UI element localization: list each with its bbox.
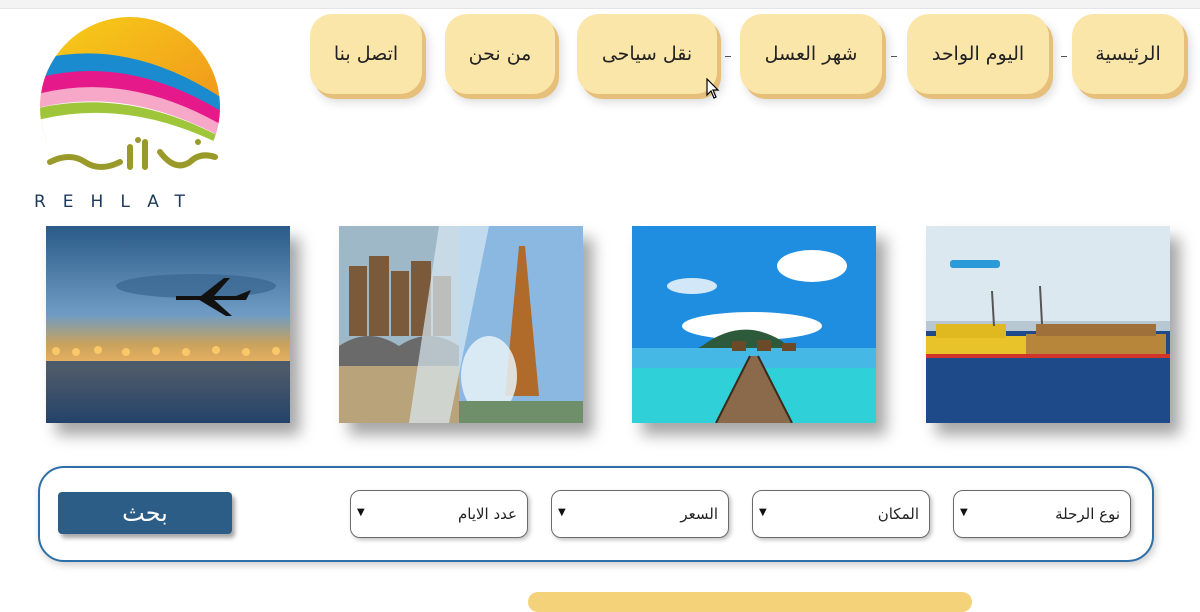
nav-tourist-transport[interactable]: نقل سياحى bbox=[577, 14, 717, 94]
logo-sun-icon bbox=[40, 17, 220, 197]
days-count-select[interactable]: عدد الايام ▼ bbox=[350, 490, 528, 538]
caret-down-icon: ▼ bbox=[357, 507, 365, 518]
trip-type-select[interactable]: نوع الرحلة ▼ bbox=[953, 490, 1131, 538]
photo-europe[interactable] bbox=[339, 226, 583, 423]
photo-boats[interactable] bbox=[926, 226, 1170, 423]
nav-divider bbox=[725, 56, 731, 57]
nav-honeymoon[interactable]: شهر العسل bbox=[740, 14, 882, 94]
browser-top-strip bbox=[0, 0, 1200, 9]
nav-divider bbox=[891, 56, 897, 57]
caret-down-icon: ▼ bbox=[558, 507, 566, 518]
photo-airplane[interactable] bbox=[46, 226, 290, 423]
nav-contact-us[interactable]: اتصل بنا bbox=[310, 14, 422, 94]
price-select[interactable]: السعر ▼ bbox=[551, 490, 729, 538]
nav-one-day[interactable]: اليوم الواحد bbox=[907, 14, 1049, 94]
airplane-image bbox=[46, 226, 290, 423]
rehlat-logo[interactable] bbox=[30, 12, 235, 212]
europe-collage-image bbox=[339, 226, 583, 423]
nav-divider bbox=[1061, 56, 1067, 57]
nav-about-us[interactable]: من نحن bbox=[445, 14, 555, 94]
mouse-pointer-icon bbox=[706, 78, 720, 99]
days-count-label: عدد الايام bbox=[457, 505, 517, 523]
location-select[interactable]: المكان ▼ bbox=[752, 490, 930, 538]
sea-boats-image bbox=[926, 226, 1170, 423]
price-label: السعر bbox=[680, 505, 718, 523]
trip-type-label: نوع الرحلة bbox=[1055, 505, 1120, 523]
tropical-bungalow-image bbox=[632, 226, 876, 423]
caret-down-icon: ▼ bbox=[759, 507, 767, 518]
photo-tropical[interactable] bbox=[632, 226, 876, 423]
search-button[interactable]: بحث bbox=[58, 492, 232, 534]
caret-down-icon: ▼ bbox=[960, 507, 968, 518]
nav-home[interactable]: الرئيسية bbox=[1072, 14, 1184, 94]
location-label: المكان bbox=[877, 505, 919, 523]
brand-name: REHLAT bbox=[34, 192, 202, 212]
bottom-section-bar bbox=[528, 592, 972, 612]
